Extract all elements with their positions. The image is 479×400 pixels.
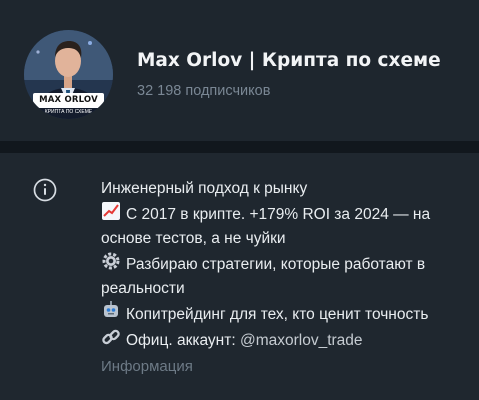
link-emoji <box>102 329 120 345</box>
channel-avatar[interactable]: MAX ORLOV КРИПТА ПО СХЕМЕ <box>24 30 113 119</box>
description-item-copytrading: Копитрейдинг для тех, кто ценит точность <box>101 301 466 327</box>
channel-header: MAX ORLOV КРИПТА ПО СХЕМЕ Max Orlov | Кр… <box>0 0 479 141</box>
section-divider <box>0 141 479 153</box>
gear-emoji <box>102 252 120 270</box>
official-account-line: Офиц. аккаунт: @maxorlov_trade <box>101 327 466 353</box>
chart-increasing-emoji <box>102 202 120 220</box>
description-item-strategies-text: Разбираю стратегии, которые работают в р… <box>101 256 426 297</box>
official-account-link[interactable]: @maxorlov_trade <box>240 332 363 349</box>
info-section: Инженерный подход к рынку С 2017 в крипт… <box>0 153 479 400</box>
official-account-prefix: Офиц. аккаунт: <box>126 332 236 349</box>
description-item-strategies: Разбираю стратегии, которые работают в р… <box>101 251 466 301</box>
subscriber-count: 32 198 подписчиков <box>137 83 271 99</box>
description-heading: Инженерный подход к рынку <box>101 180 308 197</box>
description-item-roi: С 2017 в крипте. +179% ROI за 2024 — на … <box>101 201 466 251</box>
info-icon <box>33 178 57 202</box>
channel-title: Max Orlov | Крипта по схеме <box>137 50 441 71</box>
info-section-label: Информация <box>101 358 193 375</box>
description-item-roi-text: С 2017 в крипте. +179% ROI за 2024 — на … <box>101 206 431 247</box>
description-item-copytrading-text: Копитрейдинг для тех, кто ценит точность <box>126 306 429 323</box>
avatar-subtitle: КРИПТА ПО СХЕМЕ <box>44 109 93 115</box>
channel-description: Инженерный подход к рынку С 2017 в крипт… <box>101 177 466 379</box>
avatar-badge: MAX ORLOV <box>33 93 104 108</box>
robot-emoji <box>104 301 118 317</box>
